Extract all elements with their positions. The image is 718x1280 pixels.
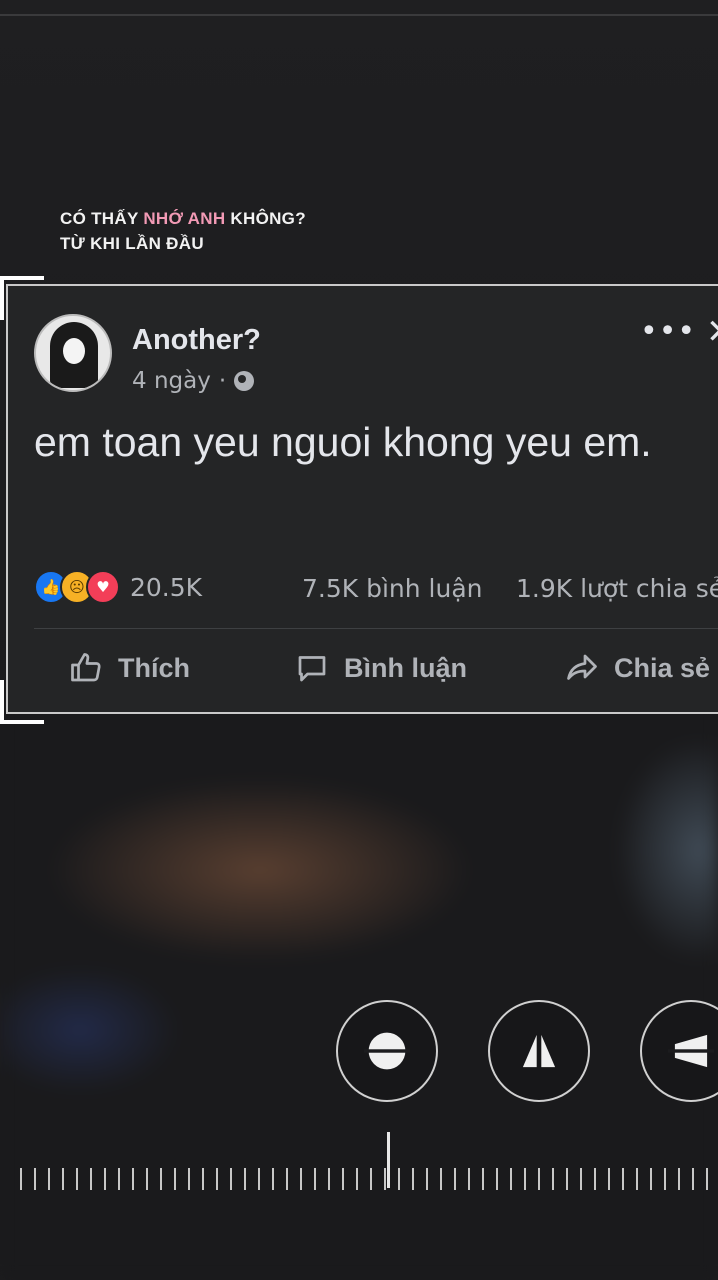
ruler-tick xyxy=(566,1168,568,1190)
ruler-tick xyxy=(342,1168,344,1190)
ruler-tick xyxy=(622,1168,624,1190)
ruler-tick xyxy=(692,1168,694,1190)
post-card[interactable]: Another? 4 ngày · ••• ✕ em toan yeu nguo… xyxy=(6,284,718,714)
ruler-tick xyxy=(426,1168,428,1190)
ruler-tick xyxy=(496,1168,498,1190)
ruler-tick xyxy=(664,1168,666,1190)
background-blur xyxy=(0,700,718,1280)
ruler-tick xyxy=(90,1168,92,1190)
video-caption: CÓ THẤY NHỚ ANH KHÔNG? TỪ KHI LẦN ĐẦU xyxy=(60,206,306,256)
globe-icon xyxy=(234,371,255,391)
crop-corner-bottom-left[interactable] xyxy=(0,680,44,724)
ruler-tick xyxy=(188,1168,190,1190)
ruler-tick xyxy=(398,1168,400,1190)
avatar[interactable] xyxy=(34,314,112,392)
more-dots-icon[interactable]: ••• xyxy=(640,314,696,349)
caption-text: KHÔNG? xyxy=(225,209,306,228)
ruler-tick xyxy=(468,1168,470,1190)
ruler-tick xyxy=(216,1168,218,1190)
ruler-tick xyxy=(146,1168,148,1190)
close-icon[interactable]: ✕ xyxy=(706,312,718,352)
crop-corner-top-left[interactable] xyxy=(0,276,44,320)
ruler-tick xyxy=(636,1168,638,1190)
shares-count[interactable]: 1.9K lượt chia sẻ xyxy=(516,574,718,603)
share-button[interactable]: Chia sẻ xyxy=(564,650,710,686)
ruler-tick xyxy=(580,1168,582,1190)
post-text: em toan yeu nguoi khong yeu em. xyxy=(34,419,652,465)
ruler-tick xyxy=(174,1168,176,1190)
ruler-tick xyxy=(356,1168,358,1190)
rotation-ruler[interactable] xyxy=(20,1160,718,1190)
ruler-tick xyxy=(594,1168,596,1190)
ruler-tick xyxy=(34,1168,36,1190)
ruler-tick xyxy=(524,1168,526,1190)
ruler-tick xyxy=(160,1168,162,1190)
love-reaction-icon: ♥ xyxy=(86,570,120,604)
ruler-tick xyxy=(300,1168,302,1190)
post-time[interactable]: 4 ngày xyxy=(132,368,211,394)
share-label: Chia sẻ xyxy=(614,652,711,683)
caption-highlight: NHỚ ANH xyxy=(143,209,226,228)
ruler-tick xyxy=(454,1168,456,1190)
ruler-center-indicator xyxy=(387,1132,390,1188)
ruler-tick xyxy=(370,1168,372,1190)
thumbs-up-icon xyxy=(71,653,101,682)
ruler-tick xyxy=(510,1168,512,1190)
ruler-tick xyxy=(62,1168,64,1190)
ruler-tick xyxy=(286,1168,288,1190)
caption-line-2: TỪ KHI LẦN ĐẦU xyxy=(60,234,204,253)
ruler-tick xyxy=(384,1168,386,1190)
ruler-tick xyxy=(608,1168,610,1190)
divider xyxy=(34,628,718,629)
flip-horizontal-icon xyxy=(364,1032,410,1070)
ruler-tick xyxy=(440,1168,442,1190)
ruler-tick xyxy=(258,1168,260,1190)
ruler-tick xyxy=(650,1168,652,1190)
ruler-tick xyxy=(314,1168,316,1190)
like-button[interactable]: Thích xyxy=(68,650,190,686)
comments-count[interactable]: 7.5K bình luận xyxy=(302,574,483,603)
ruler-tick xyxy=(272,1168,274,1190)
reactions-summary[interactable]: 👍 ☹ ♥ 20.5K xyxy=(34,570,202,604)
ruler-tick xyxy=(328,1168,330,1190)
flip-horizontal-button[interactable] xyxy=(336,1000,438,1102)
mirror-button[interactable] xyxy=(488,1000,590,1102)
ruler-tick xyxy=(412,1168,414,1190)
ruler-tick xyxy=(118,1168,120,1190)
ruler-tick xyxy=(20,1168,22,1190)
reaction-count: 20.5K xyxy=(130,572,203,602)
ruler-tick xyxy=(678,1168,680,1190)
ruler-tick xyxy=(706,1168,708,1190)
ruler-tick xyxy=(76,1168,78,1190)
post-meta: 4 ngày · xyxy=(132,368,255,394)
caption-line-1: CÓ THẤY NHỚ ANH KHÔNG? xyxy=(60,206,306,231)
author-name[interactable]: Another? xyxy=(132,324,261,357)
comment-label: Bình luận xyxy=(344,652,467,683)
ruler-tick xyxy=(202,1168,204,1190)
avatar-face xyxy=(63,338,85,364)
perspective-icon xyxy=(668,1034,714,1068)
ruler-tick xyxy=(132,1168,134,1190)
ruler-tick xyxy=(230,1168,232,1190)
ruler-tick xyxy=(104,1168,106,1190)
mirror-icon xyxy=(522,1034,556,1068)
comment-button[interactable]: Bình luận xyxy=(294,650,467,686)
progress-line xyxy=(0,14,718,16)
ruler-tick xyxy=(538,1168,540,1190)
comment-bubble-icon xyxy=(298,656,326,682)
ruler-tick xyxy=(244,1168,246,1190)
ruler-tick xyxy=(482,1168,484,1190)
meta-separator: · xyxy=(218,368,227,394)
ruler-tick xyxy=(48,1168,50,1190)
ruler-tick xyxy=(552,1168,554,1190)
caption-text: CÓ THẤY xyxy=(60,209,144,228)
share-arrow-icon xyxy=(567,654,597,680)
like-label: Thích xyxy=(118,652,190,683)
